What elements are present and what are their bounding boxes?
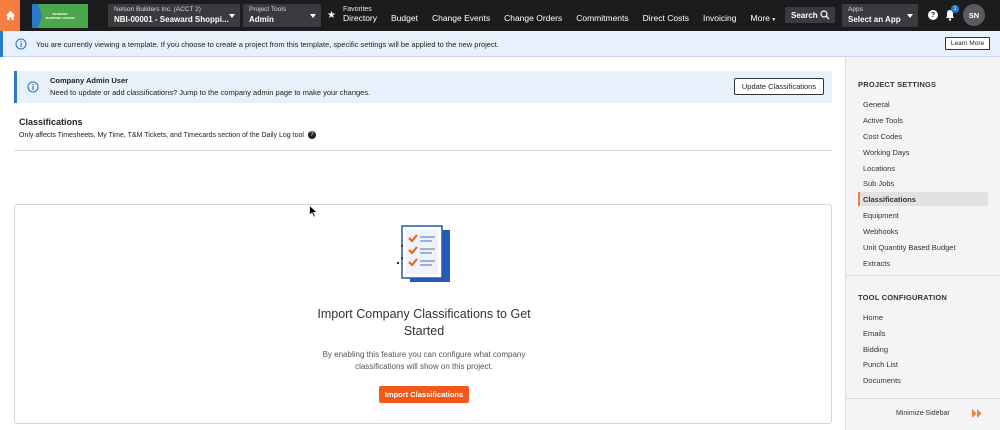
sidebar-item-locations[interactable]: Locations <box>858 161 988 175</box>
info-icon <box>27 81 39 93</box>
nav-change-events[interactable]: Change Events <box>432 13 490 23</box>
sidebar-item-extracts[interactable]: Extracts <box>858 256 988 270</box>
sidebar-item-unit-quantity-based-budget[interactable]: Unit Quantity Based Budget <box>858 240 988 254</box>
search-label: Search <box>791 10 818 20</box>
help-icon[interactable]: ? <box>307 131 316 139</box>
empty-state-card: Import Company Classifications to Get St… <box>14 204 832 424</box>
page-title: Classifications <box>19 117 83 127</box>
tool-selector-label: Project Tools <box>249 6 287 13</box>
page-subtitle: Only affects Timesheets, My Time, T&M Ti… <box>19 131 316 139</box>
home-icon <box>5 10 15 21</box>
learn-more-button[interactable]: Learn More <box>945 37 990 50</box>
admin-banner: Company Admin User Need to update or add… <box>14 71 832 103</box>
import-classifications-button[interactable]: Import Classifications <box>379 386 469 403</box>
logo-text: SEAWARD SHOPPING CENTER <box>45 12 75 20</box>
sidebar-item-classifications[interactable]: Classifications <box>858 192 988 206</box>
project-settings-heading: PROJECT SETTINGS <box>858 80 937 89</box>
tool-selector[interactable]: Project Tools Admin <box>243 4 321 27</box>
update-classifications-button[interactable]: Update Classifications <box>734 78 824 95</box>
admin-banner-title: Company Admin User <box>50 76 129 85</box>
sidebar-item-documents[interactable]: Documents <box>858 373 988 387</box>
mouse-cursor-icon <box>309 205 318 218</box>
checklist-illustration-icon <box>397 225 450 282</box>
favorites-label: Favorites <box>343 6 372 13</box>
sidebar-item-emails[interactable]: Emails <box>858 326 988 340</box>
nav-direct-costs[interactable]: Direct Costs <box>643 13 689 23</box>
main-content: Company Admin User Need to update or add… <box>0 57 845 430</box>
sidebar-item-general[interactable]: General <box>858 97 988 111</box>
favorites-nav: Directory Budget Change Events Change Or… <box>343 13 789 23</box>
nav-budget[interactable]: Budget <box>391 13 418 23</box>
sidebar-item-sub-jobs[interactable]: Sub Jobs <box>858 176 988 190</box>
avatar[interactable]: SN <box>963 4 985 26</box>
settings-sidebar: PROJECT SETTINGS General Active Tools Co… <box>845 57 1000 430</box>
top-navigation: SEAWARD SHOPPING CENTER Nelson Builders … <box>0 0 1000 31</box>
chevron-down-icon <box>907 14 913 18</box>
template-banner-text: You are currently viewing a template. If… <box>36 40 499 49</box>
company-name: Nelson Builders Inc. (ACCT 2) <box>114 6 201 13</box>
empty-state-description: By enabling this feature you can configu… <box>322 350 526 371</box>
banner-accent <box>0 31 3 57</box>
banner-accent <box>14 71 17 103</box>
logo-mark <box>32 4 42 28</box>
sidebar-item-bidding[interactable]: Bidding <box>858 342 988 356</box>
sidebar-item-cost-codes[interactable]: Cost Codes <box>858 129 988 143</box>
chevron-down-icon: ▾ <box>772 17 776 23</box>
info-icon <box>15 38 27 50</box>
empty-state-title: Import Company Classifications to Get St… <box>317 307 531 338</box>
nav-more[interactable]: More ▾ <box>751 13 776 23</box>
project-name: NBI-00001 - Seaward Shoppi... <box>114 15 229 24</box>
nav-more-label: More <box>750 13 770 23</box>
sidebar-item-punch-list[interactable]: Punch List <box>858 357 988 371</box>
nav-invoicing[interactable]: Invoicing <box>703 13 737 23</box>
chevron-down-icon <box>310 14 316 18</box>
minimize-sidebar-label[interactable]: Minimize Sidebar <box>896 410 950 417</box>
divider <box>14 150 832 151</box>
sidebar-divider <box>846 275 1000 276</box>
template-banner: You are currently viewing a template. If… <box>0 31 1000 57</box>
search-icon <box>820 10 830 20</box>
star-icon: ★ <box>327 10 336 21</box>
sidebar-item-active-tools[interactable]: Active Tools <box>858 113 988 127</box>
sidebar-item-working-days[interactable]: Working Days <box>858 145 988 159</box>
tool-selector-value: Admin <box>249 15 274 24</box>
admin-banner-text: Need to update or add classifications? J… <box>50 88 371 97</box>
search-button[interactable]: Search <box>785 7 835 23</box>
nav-commitments[interactable]: Commitments <box>576 13 628 23</box>
nav-directory[interactable]: Directory <box>343 13 377 23</box>
sidebar-item-webhooks[interactable]: Webhooks <box>858 224 988 238</box>
company-logo[interactable]: SEAWARD SHOPPING CENTER <box>32 4 88 28</box>
sidebar-divider <box>846 398 1000 399</box>
chevron-down-icon <box>229 14 235 18</box>
notification-badge: 1 <box>951 5 959 13</box>
double-chevron-right-icon[interactable] <box>972 409 982 418</box>
app-selector-value: Select an App <box>848 15 901 24</box>
sidebar-item-home[interactable]: Home <box>858 310 988 324</box>
nav-change-orders[interactable]: Change Orders <box>504 13 562 23</box>
project-selector[interactable]: Nelson Builders Inc. (ACCT 2) NBI-00001 … <box>108 4 240 27</box>
sidebar-item-equipment[interactable]: Equipment <box>858 208 988 222</box>
tool-configuration-heading: TOOL CONFIGURATION <box>858 293 948 302</box>
app-selector-label: Apps <box>848 6 863 13</box>
home-button[interactable] <box>0 0 20 31</box>
page-subtitle-text: Only affects Timesheets, My Time, T&M Ti… <box>19 131 304 139</box>
help-icon[interactable]: ? <box>928 10 938 20</box>
app-selector[interactable]: Apps Select an App <box>842 4 918 27</box>
